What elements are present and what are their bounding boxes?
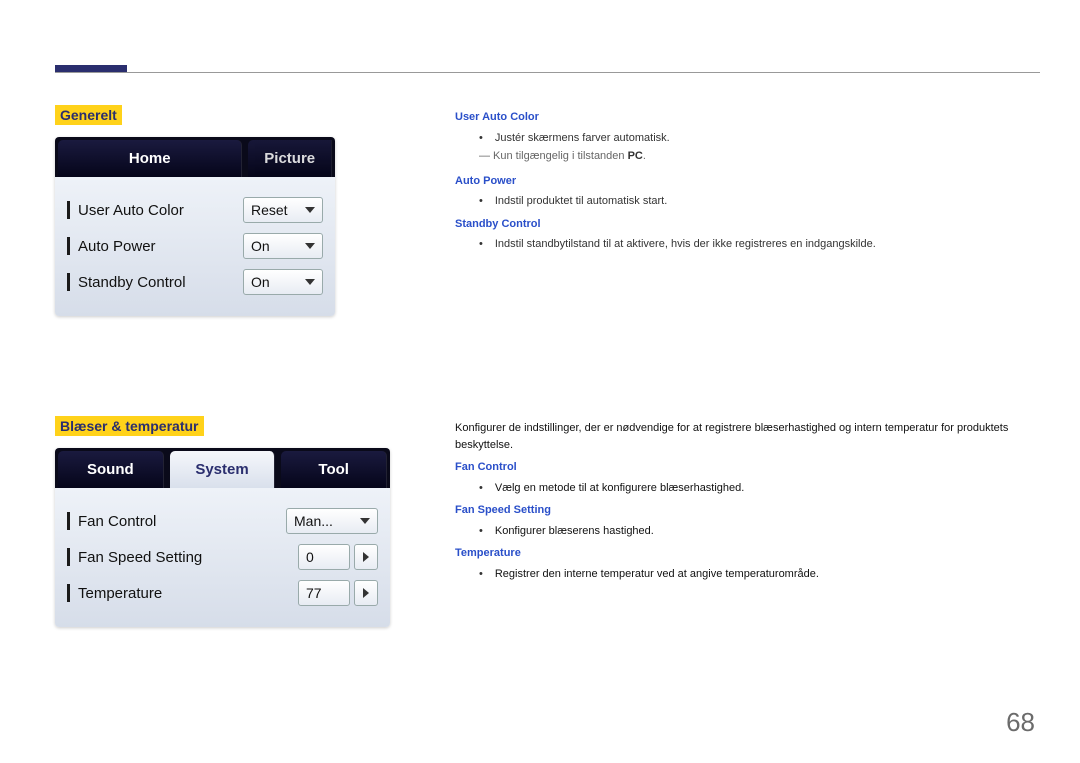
osd-row-fan-control: Fan Control Man... [67, 503, 378, 539]
row-indicator-icon [67, 201, 70, 219]
desc-bullet: Vælg en metode til at konfigurere blæser… [455, 478, 1045, 499]
row-label: Standby Control [67, 273, 243, 291]
desc-heading-temperature: Temperature [455, 545, 1045, 562]
desc-heading-user-auto-color: User Auto Color [455, 109, 1045, 126]
row-label: Auto Power [67, 237, 243, 255]
row-label: User Auto Color [67, 201, 243, 219]
fan-speed-step-button[interactable] [354, 544, 378, 570]
osd-panel-general: Home Picture User Auto Color Reset Auto … [55, 137, 335, 316]
desc-heading-fan-speed: Fan Speed Setting [455, 502, 1045, 519]
row-text: Fan Control [78, 513, 156, 530]
desc-bullet: Indstil produktet til automatisk start. [455, 191, 1045, 212]
desc-note: ― Kun tilgængelig i tilstanden PC. [455, 148, 1045, 169]
fan-speed-value[interactable]: 0 [298, 544, 350, 570]
note-prefix: ― Kun tilgængelig i tilstanden [479, 150, 628, 162]
row-text: User Auto Color [78, 202, 184, 219]
desc-heading-fan-control: Fan Control [455, 459, 1045, 476]
value-text: 77 [306, 585, 322, 601]
description-general: User Auto Color Justér skærmens farver a… [455, 105, 1045, 255]
row-label: Fan Control [67, 512, 286, 530]
desc-intro: Konfigurer de indstillinger, der er nødv… [455, 420, 1045, 453]
value-text: 0 [306, 549, 314, 565]
row-text: Temperature [78, 585, 162, 602]
row-indicator-icon [67, 584, 70, 602]
row-label: Temperature [67, 584, 298, 602]
dropdown-value: Reset [251, 202, 288, 218]
osd-row-auto-power: Auto Power On [67, 228, 323, 264]
tab-picture[interactable]: Picture [248, 140, 332, 177]
dropdown-value: On [251, 238, 270, 254]
dropdown-value: On [251, 274, 270, 290]
section-heading-generelt: Generelt [55, 105, 122, 125]
note-suffix: . [643, 150, 646, 162]
osd-row-temperature: Temperature 77 [67, 575, 378, 611]
osd-tabs: Home Picture [55, 137, 335, 177]
desc-bullet: Konfigurer blæserens hastighed. [455, 521, 1045, 542]
desc-heading-auto-power: Auto Power [455, 173, 1045, 190]
header-rule [55, 72, 1040, 73]
row-text: Fan Speed Setting [78, 549, 202, 566]
dropdown-standby-control[interactable]: On [243, 269, 323, 295]
dropdown-fan-control[interactable]: Man... [286, 508, 378, 534]
desc-bullet: Registrer den interne temperatur ved at … [455, 564, 1045, 585]
osd-body-2: Fan Control Man... Fan Speed Setting 0 [55, 488, 390, 627]
osd-body: User Auto Color Reset Auto Power On [55, 177, 335, 316]
tab-home[interactable]: Home [58, 140, 242, 177]
row-text: Auto Power [78, 238, 156, 255]
desc-heading-standby-control: Standby Control [455, 216, 1045, 233]
chevron-down-icon [305, 207, 315, 213]
osd-row-fan-speed: Fan Speed Setting 0 [67, 539, 378, 575]
tab-sound[interactable]: Sound [58, 451, 164, 488]
row-indicator-icon [67, 237, 70, 255]
dropdown-auto-power[interactable]: On [243, 233, 323, 259]
osd-tabs-2: Sound System Tool [55, 448, 390, 488]
osd-panel-fan-temp: Sound System Tool Fan Control Man... [55, 448, 390, 627]
dropdown-user-auto-color[interactable]: Reset [243, 197, 323, 223]
osd-row-standby-control: Standby Control On [67, 264, 323, 300]
desc-bullet: Indstil standbytilstand til at aktivere,… [455, 234, 1045, 255]
row-label: Fan Speed Setting [67, 548, 298, 566]
osd-row-user-auto-color: User Auto Color Reset [67, 192, 323, 228]
tab-tool[interactable]: Tool [281, 451, 387, 488]
temperature-step-button[interactable] [354, 580, 378, 606]
row-text: Standby Control [78, 274, 186, 291]
description-fan-temp: Konfigurer de indstillinger, der er nødv… [455, 420, 1045, 584]
row-indicator-icon [67, 512, 70, 530]
chevron-right-icon [363, 552, 369, 562]
desc-bullet: Justér skærmens farver automatisk. [455, 128, 1045, 149]
section-heading-fan-temp: Blæser & temperatur [55, 416, 204, 436]
tab-system[interactable]: System [170, 451, 276, 488]
temperature-value[interactable]: 77 [298, 580, 350, 606]
page-number: 68 [1006, 707, 1035, 738]
chevron-down-icon [360, 518, 370, 524]
chevron-down-icon [305, 279, 315, 285]
chevron-right-icon [363, 588, 369, 598]
row-indicator-icon [67, 548, 70, 566]
note-bold: PC [628, 150, 643, 162]
chevron-down-icon [305, 243, 315, 249]
dropdown-value: Man... [294, 513, 333, 529]
row-indicator-icon [67, 273, 70, 291]
